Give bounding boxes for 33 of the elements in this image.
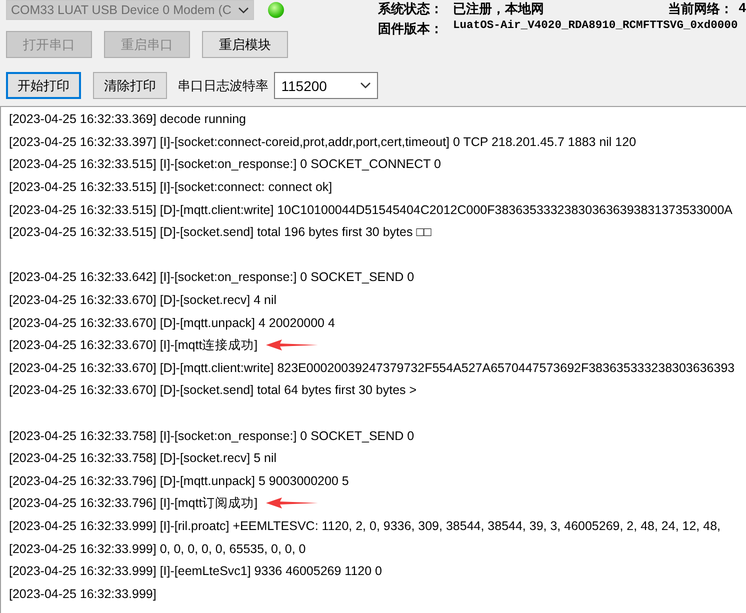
log-line: [2023-04-25 16:32:33.670] [I]-[mqtt连接成功]	[9, 337, 258, 354]
chevron-down-icon	[238, 6, 249, 14]
print-button[interactable]: 清除打印	[92, 72, 168, 99]
log-line: [2023-04-25 16:32:33.758] [D]-[socket.recv] 5 nil	[9, 450, 277, 466]
log-line: [2023-04-25 16:32:33.670] [D]-[mqtt.unpack] 4 20020000 4	[9, 314, 335, 331]
log-line: [2023-04-25 16:32:33.758] [I]-[socket:on_response:] 0 SOCKET_SEND 0	[9, 428, 414, 444]
baud-select[interactable]: 115200	[274, 72, 378, 99]
log-line: [2023-04-25 16:32:33.642] [I]-[socket:on_response:] 0 SOCKET_SEND 0	[9, 269, 414, 286]
info-value: LuatOS-Air_V4020_RDA8910_RCMFTTSVG_0xd0000	[453, 20, 739, 34]
log-line: [2023-04-25 16:32:33.515] [D]-[socket.send] total 196 bytes first 30 bytes □□	[9, 224, 432, 240]
log-line: [2023-04-25 16:32:33.515] [I]-[socket:on_response:] 0 SOCKET_CONNECT 0	[9, 156, 441, 172]
info-label: 固件版本：	[378, 20, 444, 38]
log-line: [2023-04-25 16:32:33.670] [D]-[socket.send] total 64 bytes first 30 bytes >	[9, 382, 417, 398]
chevron-down-icon	[360, 82, 371, 89]
log-line: [2023-04-25 16:32:33.515] [I]-[socket:connect: connect ok]	[9, 179, 332, 196]
log-line: [2023-04-25 16:32:33.397] [I]-[socket:connect-coreid,prot,addr,port,cert,timeout] 0 TCP 218.201.45.7 1883 nil 120	[9, 134, 636, 150]
log-line: [2023-04-25 16:32:33.999]	[9, 586, 156, 602]
info-label: 系统状态：	[378, 0, 444, 18]
info-value: 已注册，本地网	[453, 0, 544, 18]
info-value: 4	[738, 0, 746, 17]
log-line: [2023-04-25 16:32:33.796] [I]-[mqtt订阅成功]	[9, 495, 258, 512]
log-line: [2023-04-25 16:32:33.369] decode running	[9, 111, 246, 128]
baud-label: 串口日志波特率	[177, 76, 268, 94]
toolbar-button[interactable]: 重启模块	[202, 31, 288, 58]
log-line: [2023-04-25 16:32:33.515] [D]-[mqtt.client:write] 10C10100044D51545404C2012C000F383635333238303636393831373533000A	[9, 202, 732, 218]
log-line: [2023-04-25 16:32:33.999] [I]-[eemLteSvc1] 9336 46005269 1120 0	[9, 563, 382, 580]
log-line: [2023-04-25 16:32:33.670] [D]-[mqtt.client:write] 823E00020039247379732F554A527A6570447573692F383635333238303636393	[9, 360, 735, 376]
print-button[interactable]: 开始打印	[6, 72, 81, 99]
info-label: 当前网络：	[668, 0, 733, 18]
log-line: [2023-04-25 16:32:33.999] 0, 0, 0, 0, 0, 65535, 0, 0, 0	[9, 540, 306, 557]
log-line: [2023-04-25 16:32:33.670] [D]-[socket.recv] 4 nil	[9, 292, 277, 308]
log-line: [2023-04-25 16:32:33.796] [D]-[mqtt.unpack] 5 9003000200 5	[9, 472, 349, 489]
log-line: [2023-04-25 16:32:33.999] [I]-[ril.proatc] +EEMLTESVC: 1120, 2, 0, 9336, 309, 38544, 38544, 39, 3, 46005269, 2, 48, 24, 12, 48,	[9, 518, 720, 534]
